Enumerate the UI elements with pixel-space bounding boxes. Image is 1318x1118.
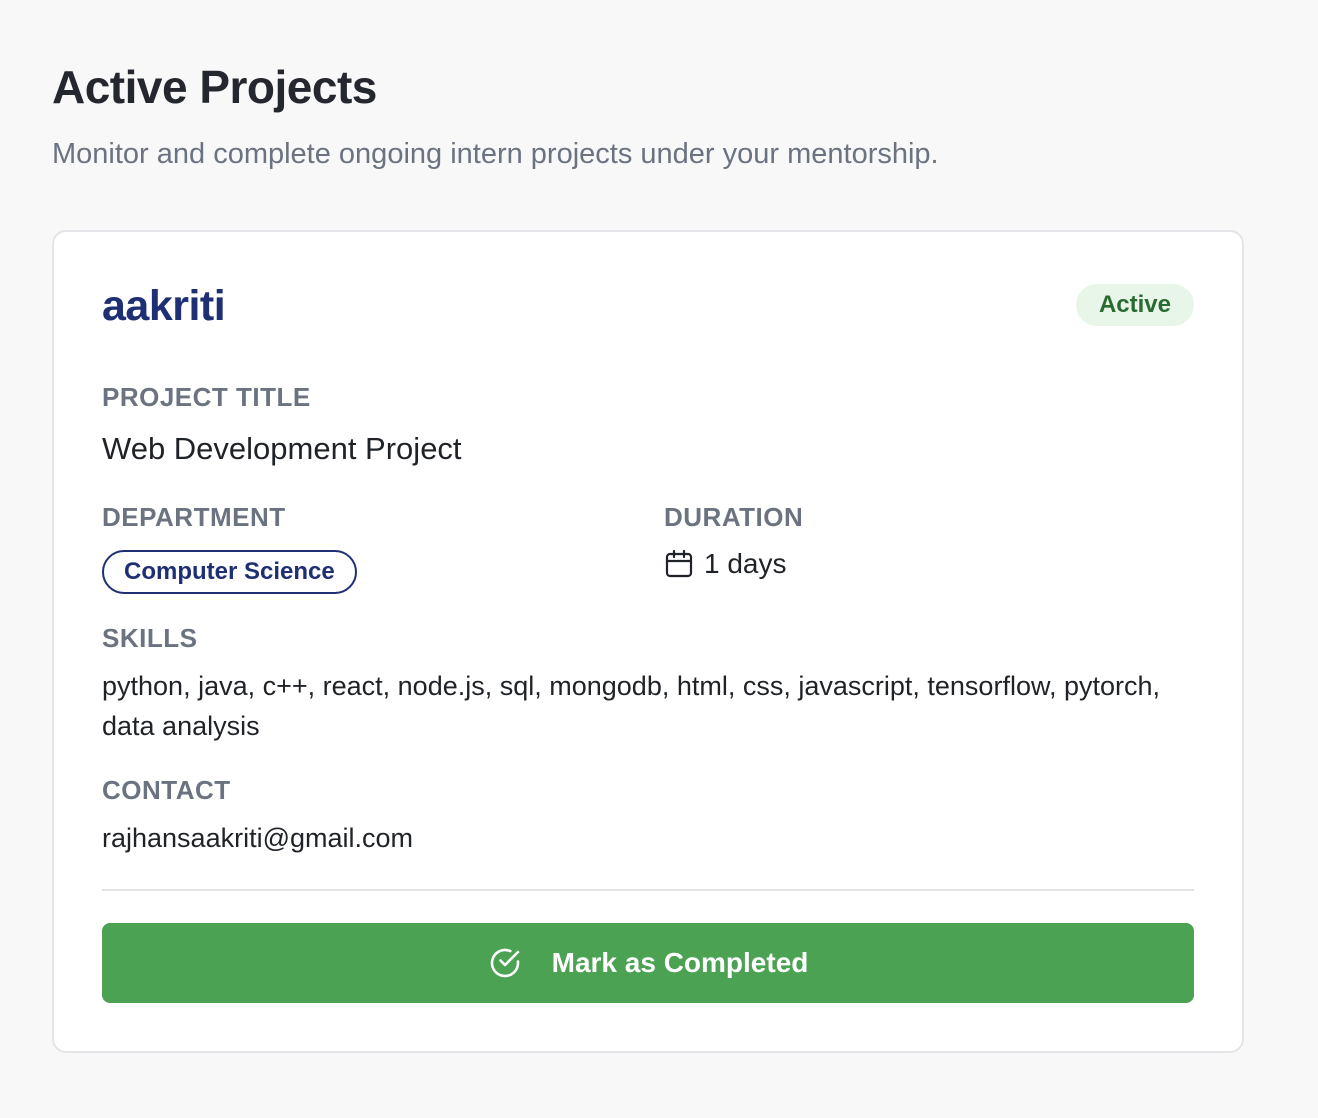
department-label: DEPARTMENT [102,502,286,532]
department-chip: Computer Science [102,550,357,594]
check-circle-icon [488,946,522,980]
page-subtitle: Monitor and complete ongoing intern proj… [52,138,939,170]
duration-value: 1 days [704,548,787,579]
project-title-label: PROJECT TITLE [102,382,311,412]
calendar-icon [664,549,694,579]
skills-value: python, java, c++, react, node.js, sql, … [102,671,1161,741]
project-title-value: Web Development Project [102,431,462,466]
project-card: aakriti Active PROJECT TITLE Web Develop… [52,230,1244,1053]
card-divider [102,889,1194,891]
mark-as-completed-label: Mark as Completed [551,947,809,978]
duration-row: 1 days [664,544,787,584]
skills-label: SKILLS [102,623,198,653]
active-projects-page: Active Projects Monitor and complete ong… [0,0,1318,179]
mark-as-completed-button[interactable]: Mark as Completed [102,923,1194,1003]
status-badge: Active [1076,284,1194,326]
contact-email: rajhansaakriti@gmail.com [102,823,414,853]
page-title: Active Projects [52,61,377,113]
project-card-body: aakriti Active PROJECT TITLE Web Develop… [102,232,1194,1051]
contact-label: CONTACT [102,775,231,805]
duration-label: DURATION [664,502,804,532]
intern-name: aakriti [102,282,226,330]
